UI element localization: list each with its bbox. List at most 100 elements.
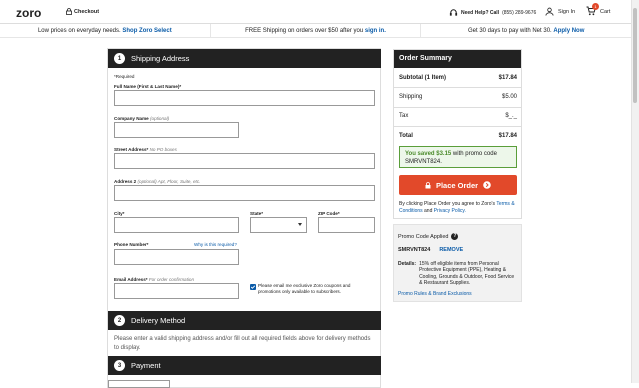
promo-select-text: Low prices on everyday needs. [37, 28, 121, 34]
promo-applied-panel: Promo Code Applied ? SMRVNT824 REMOVE De… [393, 224, 522, 302]
zip-input[interactable] [318, 217, 375, 233]
city-input[interactable] [114, 217, 239, 233]
help-contact[interactable]: Need Help? Call (855) 289-9676 [449, 8, 536, 17]
terms-and: and [424, 207, 433, 214]
phone-label: Phone Number* [114, 242, 149, 247]
site-header: zoro Checkout Need Help? Call (855) 289-… [0, 0, 631, 24]
zip-label: ZIP Code* [318, 211, 340, 216]
email-optin-checkbox[interactable] [250, 284, 256, 290]
total-value: $17.84 [498, 133, 517, 139]
shipping-value: $5.00 [501, 94, 517, 100]
lock-icon [66, 8, 72, 15]
zoro-logo[interactable]: zoro [16, 6, 41, 20]
tax-row: Tax $_._ [399, 113, 517, 119]
place-order-label: Place Order [435, 180, 479, 190]
shop-zoro-select-link[interactable]: Shop Zoro Select [122, 28, 171, 34]
email-input[interactable] [114, 283, 239, 299]
email-label-text: Email Address* [114, 277, 148, 282]
promo-net30: Get 30 days to pay with Net 30. Apply No… [421, 24, 631, 37]
section-title: Payment [131, 361, 161, 370]
terms-text: By clicking Place Order you agree to Zor… [399, 201, 495, 207]
shipping-label: Shipping [399, 94, 423, 100]
cart-label: Cart [600, 9, 611, 15]
divider [394, 126, 521, 127]
promo-details-label: Details: [398, 261, 417, 267]
company-label-text: Company Name [114, 116, 149, 121]
promo-select: Low prices on everyday needs. Shop Zoro … [0, 24, 211, 37]
email-hint: For order confirmation [148, 277, 195, 282]
why-required-link[interactable]: Why is this required? [194, 242, 237, 247]
order-summary: Order Summary Subtotal (1 Item) $17.84 Sh… [393, 49, 522, 219]
checkout-form: 1 Shipping Address *Required Full Name (… [107, 48, 381, 388]
delivery-message: Please enter a valid shipping address an… [114, 336, 371, 351]
arrow-right-circle-icon [483, 181, 491, 189]
company-hint: (optional) [150, 116, 170, 121]
cart-link[interactable]: 1 Cart [586, 3, 611, 18]
help-icon[interactable]: ? [451, 233, 459, 240]
phone-input[interactable] [114, 249, 239, 265]
state-select[interactable] [250, 217, 307, 233]
total-label: Total [399, 133, 413, 139]
place-order-button[interactable]: Place Order [399, 175, 517, 195]
cart-icon-wrap: 1 [586, 3, 599, 18]
section-title: Delivery Method [131, 316, 186, 325]
summary-title: Order Summary [394, 50, 521, 68]
savings-amount: You saved $3.15 [405, 151, 452, 157]
company-label: Company Name (optional) [114, 116, 169, 121]
promo-shipping: FREE Shipping on orders over $50 after y… [211, 24, 422, 37]
logo-text: zoro [16, 6, 42, 20]
promo-details: Details: 15% off eligible items from Per… [398, 261, 518, 286]
subtotal-row: Subtotal (1 Item) $17.84 [399, 75, 517, 81]
tax-label: Tax [399, 113, 409, 119]
payment-section-header: 3 Payment [108, 356, 381, 375]
promo-details-text: 15% off eligible items from Personal Pro… [419, 261, 515, 286]
remove-promo-button[interactable]: REMOVE [439, 247, 463, 253]
email-label: Email Address* For order confirmation [114, 277, 194, 282]
full-name-label: Full Name (First & Last Name)* [114, 84, 182, 89]
promo-net30-text: Get 30 days to pay with Net 30. [467, 28, 552, 34]
email-optin-label: Please email me exclusive Zoro coupons a… [258, 283, 351, 294]
user-icon [545, 7, 554, 16]
street-input[interactable] [114, 153, 375, 169]
promo-applied-title: Promo Code Applied ? [398, 233, 459, 240]
street-hint: No PO boxes [149, 147, 177, 152]
promo-title-text: Promo Code Applied [398, 233, 449, 240]
street-label: Street Address* No PO boxes [114, 147, 177, 152]
checkout-label: Checkout [74, 8, 100, 15]
payment-option[interactable] [108, 380, 170, 388]
promo-sign-in-link[interactable]: sign in. [365, 28, 386, 34]
terms-notice: By clicking Place Order you agree to Zor… [399, 201, 519, 214]
sign-in-label: Sign In [558, 8, 576, 15]
sign-in-link[interactable]: Sign In [545, 7, 575, 16]
address2-label-text: Address 2 [114, 179, 137, 184]
tax-value: $_._ [505, 113, 517, 119]
total-row: Total $17.84 [399, 133, 517, 139]
subtotal-value: $17.84 [498, 75, 517, 81]
checkout-indicator: Checkout [66, 8, 99, 15]
help-label: Need Help? Call [461, 9, 500, 16]
scrollbar-thumb[interactable] [633, 8, 637, 103]
privacy-link[interactable]: Privacy Policy. [434, 208, 466, 214]
company-input[interactable] [114, 122, 239, 138]
promo-code-row: SMRVNT824 REMOVE [398, 247, 463, 253]
cart-count-badge: 1 [592, 3, 599, 10]
required-note: *Required [114, 74, 135, 79]
promo-shipping-text: FREE Shipping on orders over $50 after y… [245, 28, 364, 34]
step-number: 3 [114, 360, 125, 371]
city-label: City* [114, 211, 125, 216]
help-phone[interactable]: (855) 289-9676 [502, 10, 536, 16]
delivery-section-header: 2 Delivery Method [108, 311, 381, 330]
step-number: 2 [114, 315, 125, 326]
promo-rules-link[interactable]: Promo Rules & Brand Exclusions [398, 291, 472, 297]
step-number: 1 [114, 53, 125, 64]
section-title: Shipping Address [131, 54, 190, 63]
shipping-row: Shipping $5.00 [399, 94, 517, 100]
address2-hint: (optional) Apt, Floor, Suite, etc. [137, 179, 201, 184]
full-name-input[interactable] [114, 90, 375, 106]
subtotal-label: Subtotal (1 Item) [399, 75, 447, 81]
shipping-section-header: 1 Shipping Address [108, 49, 381, 68]
address2-input[interactable] [114, 185, 375, 201]
apply-now-link[interactable]: Apply Now [553, 28, 584, 34]
promo-banner: Low prices on everyday needs. Shop Zoro … [0, 24, 631, 38]
savings-notice: You saved $3.15 with promo code SMRVNT82… [399, 146, 517, 168]
